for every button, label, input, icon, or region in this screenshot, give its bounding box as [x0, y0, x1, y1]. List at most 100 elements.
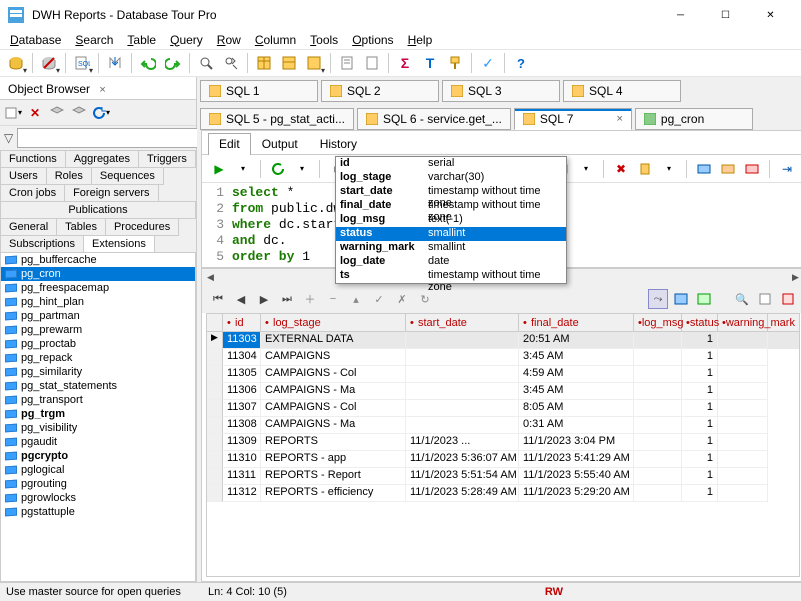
tab-sql-4[interactable]: SQL 4: [563, 80, 681, 102]
tab-pg-cron[interactable]: pg_cron: [635, 108, 753, 130]
delete-object-button[interactable]: ✕: [25, 103, 45, 123]
last-button[interactable]: ⏭: [277, 289, 297, 309]
run-button[interactable]: ▶: [208, 158, 230, 180]
navtab-tables[interactable]: Tables: [56, 218, 106, 236]
table-tools-button[interactable]: [302, 51, 326, 75]
completion-id[interactable]: idserial: [336, 157, 566, 171]
undo-button[interactable]: [136, 51, 160, 75]
grid-filter-button[interactable]: [755, 289, 775, 309]
history-drop-button[interactable]: ▾: [575, 158, 597, 180]
add-rec-button[interactable]: ＋: [300, 289, 320, 309]
menu-row[interactable]: Row: [211, 32, 247, 48]
col-id[interactable]: •id: [223, 314, 261, 331]
navtab-functions[interactable]: Functions: [0, 150, 66, 168]
minimize-button[interactable]: ─: [658, 0, 703, 30]
ext-pg_cron[interactable]: pg_cron: [1, 267, 195, 281]
table-grid-button[interactable]: [252, 51, 276, 75]
col-final_date[interactable]: •final_date: [519, 314, 634, 331]
paste-button[interactable]: [634, 158, 656, 180]
navtab-roles[interactable]: Roles: [46, 167, 92, 185]
grid-btn1[interactable]: ⤳: [648, 289, 668, 309]
edit-rec-button[interactable]: ▴: [346, 289, 366, 309]
table-row[interactable]: 11312REPORTS - efficiency11/1/2023 5:28:…: [207, 485, 799, 502]
ext-pgrowlocks[interactable]: pgrowlocks: [1, 491, 195, 505]
ext-pgrouting[interactable]: pgrouting: [1, 477, 195, 491]
navtab-sequences[interactable]: Sequences: [91, 167, 164, 185]
table-grid2-button[interactable]: [277, 51, 301, 75]
check-button[interactable]: ✓: [476, 51, 500, 75]
table-row[interactable]: 11311REPORTS - Report11/1/2023 5:51:54 A…: [207, 468, 799, 485]
navtab-triggers[interactable]: Triggers: [138, 150, 196, 168]
completion-warning_mark[interactable]: warning_marksmallint: [336, 241, 566, 255]
close-button[interactable]: ✕: [748, 0, 793, 30]
ext-pg_stat_statements[interactable]: pg_stat_statements: [1, 379, 195, 393]
result-grid[interactable]: •id•log_stage•start_date•final_date•log_…: [206, 313, 800, 577]
next-rec-button[interactable]: ▶: [254, 289, 274, 309]
run-drop-button[interactable]: ▾: [232, 158, 254, 180]
table-row[interactable]: ▶11303EXTERNAL DATA20:51 AM1: [207, 332, 799, 349]
table-out-button[interactable]: [717, 158, 739, 180]
table-del-button[interactable]: [741, 158, 763, 180]
reload-button[interactable]: [267, 158, 289, 180]
grid-btn3[interactable]: [694, 289, 714, 309]
ext-pgaudit[interactable]: pgaudit: [1, 435, 195, 449]
completion-log_date[interactable]: log_datedate: [336, 255, 566, 269]
ext-pg_buffercache[interactable]: pg_buffercache: [1, 253, 195, 267]
grid-del-button[interactable]: [778, 289, 798, 309]
close-icon[interactable]: ×: [99, 84, 105, 96]
object-browser-tab[interactable]: Object Browser ×: [0, 77, 115, 99]
tab-sql-6-service-get-[interactable]: SQL 6 - service.get_...: [357, 108, 511, 130]
table-row[interactable]: 11304CAMPAIGNS3:45 AM1: [207, 349, 799, 366]
completion-ts[interactable]: tstimestamp without time zone: [336, 269, 566, 283]
text-button[interactable]: T: [418, 51, 442, 75]
completion-popup[interactable]: idseriallog_stagevarchar(30)start_dateti…: [335, 156, 567, 284]
col-start_date[interactable]: •start_date: [406, 314, 519, 331]
ext-pg_trgm[interactable]: pg_trgm: [1, 407, 195, 421]
table-row[interactable]: 11310REPORTS - app11/1/2023 5:36:07 AM11…: [207, 451, 799, 468]
paint-button[interactable]: [443, 51, 467, 75]
menu-column[interactable]: Column: [249, 32, 302, 48]
maximize-button[interactable]: ☐: [703, 0, 748, 30]
navtab-extensions[interactable]: Extensions: [83, 235, 155, 253]
navtab-users[interactable]: Users: [0, 167, 47, 185]
navtab-procedures[interactable]: Procedures: [105, 218, 179, 236]
cancel-rec-button[interactable]: ✗: [392, 289, 412, 309]
tab-sql-2[interactable]: SQL 2: [321, 80, 439, 102]
find-button[interactable]: [194, 51, 218, 75]
find-next-button[interactable]: [219, 51, 243, 75]
menu-options[interactable]: Options: [346, 32, 399, 48]
new-object-button[interactable]: ▾: [3, 103, 23, 123]
menu-table[interactable]: Table: [121, 32, 162, 48]
completion-log_msg[interactable]: log_msgtext(-1): [336, 213, 566, 227]
tab-sql-5-pg-stat-acti-[interactable]: SQL 5 - pg_stat_acti...: [200, 108, 354, 130]
col-log_stage[interactable]: •log_stage: [261, 314, 406, 331]
cube2-icon[interactable]: [69, 103, 89, 123]
col-log_msg[interactable]: •log_msg: [634, 314, 682, 331]
subtab-history[interactable]: History: [309, 133, 368, 154]
ext-pg_proctab[interactable]: pg_proctab: [1, 337, 195, 351]
tab-sql-1[interactable]: SQL 1: [200, 80, 318, 102]
grid-btn2[interactable]: [671, 289, 691, 309]
menu-help[interactable]: Help: [402, 32, 439, 48]
navtab-subscriptions[interactable]: Subscriptions: [0, 235, 84, 253]
ext-pg_visibility[interactable]: pg_visibility: [1, 421, 195, 435]
filter-icon[interactable]: ▽: [4, 131, 13, 145]
export-button[interactable]: [103, 51, 127, 75]
completion-log_stage[interactable]: log_stagevarchar(30): [336, 171, 566, 185]
menu-tools[interactable]: Tools: [304, 32, 344, 48]
grid-find-button[interactable]: 🔍: [732, 289, 752, 309]
subtab-output[interactable]: Output: [251, 133, 309, 154]
ext-pg_prewarm[interactable]: pg_prewarm: [1, 323, 195, 337]
completion-start_date[interactable]: start_datetimestamp without time zone: [336, 185, 566, 199]
table-row[interactable]: 11308CAMPAIGNS - Ma0:31 AM1: [207, 417, 799, 434]
subtab-edit[interactable]: Edit: [208, 133, 251, 155]
ext-pg_similarity[interactable]: pg_similarity: [1, 365, 195, 379]
completion-final_date[interactable]: final_datetimestamp without time zone: [336, 199, 566, 213]
navtab-publications[interactable]: Publications: [0, 201, 196, 219]
col-warning_mark[interactable]: •warning_mark: [718, 314, 768, 331]
disconnect-button[interactable]: [37, 51, 61, 75]
navtab-cron-jobs[interactable]: Cron jobs: [0, 184, 65, 202]
ext-pg_freespacemap[interactable]: pg_freespacemap: [1, 281, 195, 295]
table-row[interactable]: 11309REPORTS11/1/2023 ...11/1/2023 3:04 …: [207, 434, 799, 451]
clear-button[interactable]: ✖: [610, 158, 632, 180]
